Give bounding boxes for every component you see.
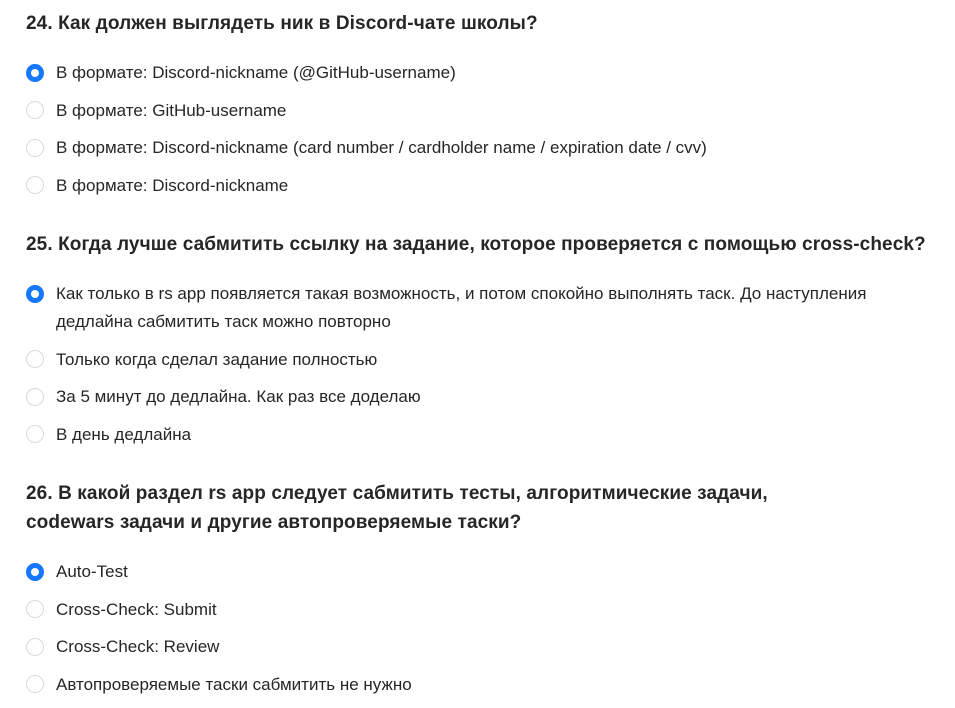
answer-label: Cross-Check: Review [56,637,220,656]
answer-options: Как только в rs app появляется такая воз… [26,280,926,449]
quiz-form: 24. Как должен выглядеть ник в Discord-ч… [0,0,955,708]
radio-empty-icon[interactable] [26,138,44,157]
radio-empty-icon[interactable] [26,176,44,194]
radio-empty-icon[interactable] [26,350,44,368]
answer-options: Auto-Test Cross-Check: Submit Cross-Chec… [26,558,926,699]
answer-label: Только когда сделал задание полностью [56,349,378,369]
answer-option[interactable]: За 5 минут до дедлайна. Как раз все доде… [26,383,926,411]
radio-empty-icon[interactable] [26,425,44,443]
question-title: 25. Когда лучше сабмитить ссылку на зада… [26,234,926,255]
answer-label: Как только в rs app появляется такая воз… [56,284,867,331]
question-title: 26. В какой раздел rs app следует сабмит… [26,483,768,533]
answer-label: В день дедлайна [56,424,192,444]
radio-empty-icon[interactable] [26,675,44,693]
answer-option[interactable]: Auto-Test [26,558,926,586]
radio-empty-icon[interactable] [26,637,44,656]
question-25: 25. Когда лучше сабмитить ссылку на зада… [26,230,926,458]
answer-label: За 5 минут до дедлайна. Как раз все доде… [56,387,421,406]
answer-label: В формате: GitHub-username [56,100,287,120]
radio-empty-icon[interactable] [26,101,44,119]
answer-option[interactable]: В формате: Discord-nickname (card number… [26,134,926,162]
answer-option[interactable]: В формате: GitHub-username [26,97,926,125]
radio-empty-icon[interactable] [26,387,44,406]
answer-option[interactable]: В день дедлайна [26,421,926,449]
radio-selected-icon[interactable] [26,63,44,82]
question-title: 24. Как должен выглядеть ник в Discord-ч… [26,13,538,34]
answer-label: В формате: Discord-nickname (@GitHub-use… [56,63,456,82]
radio-empty-icon[interactable] [26,600,44,618]
answer-label: В формате: Discord-nickname (card number… [56,138,707,157]
radio-selected-icon[interactable] [26,284,44,303]
answer-option[interactable]: В формате: Discord-nickname (@GitHub-use… [26,59,926,87]
answer-option[interactable]: Cross-Check: Submit [26,596,926,624]
answer-option[interactable]: Автопроверяемые таски сабмитить не нужно [26,671,926,699]
answer-option[interactable]: В формате: Discord-nickname [26,172,926,200]
question-24: 24. Как должен выглядеть ник в Discord-ч… [26,9,926,209]
answer-label: Cross-Check: Submit [56,599,217,619]
radio-selected-icon[interactable] [26,562,44,581]
answer-label: В формате: Discord-nickname [56,175,289,195]
answer-option[interactable]: Только когда сделал задание полностью [26,346,926,374]
answer-option[interactable]: Как только в rs app появляется такая воз… [26,280,926,336]
answer-label: Auto-Test [56,562,128,581]
answer-option[interactable]: Cross-Check: Review [26,633,926,661]
answer-options: В формате: Discord-nickname (@GitHub-use… [26,59,926,200]
answer-label: Автопроверяемые таски сабмитить не нужно [56,674,412,694]
question-26: 26. В какой раздел rs app следует сабмит… [26,479,926,708]
